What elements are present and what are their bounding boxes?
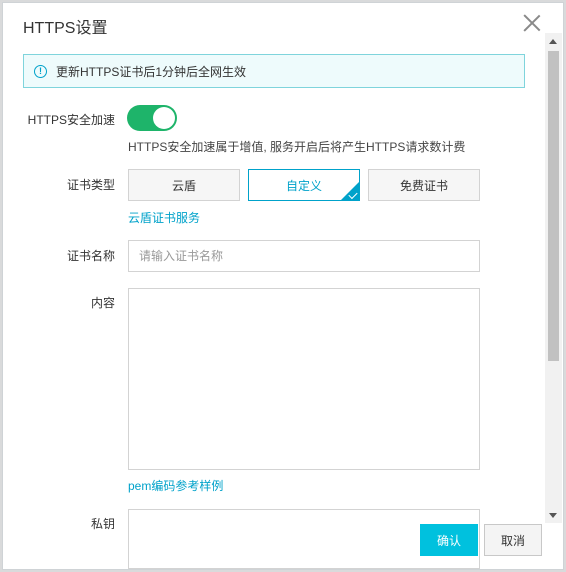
- content-textarea[interactable]: [128, 288, 480, 470]
- notice-text: 更新HTTPS证书后1分钟后全网生效: [56, 64, 247, 79]
- scroll-up-icon[interactable]: [549, 39, 557, 44]
- scroll-thumb[interactable]: [548, 51, 559, 361]
- cert-type-option-label: 自定义: [285, 178, 322, 193]
- https-accel-label: HTTPS安全加速: [27, 113, 115, 127]
- confirm-button[interactable]: 确认: [420, 524, 478, 556]
- scrollbar[interactable]: [545, 33, 562, 523]
- cert-type-option-label: 云盾: [171, 178, 196, 193]
- dialog-title: HTTPS设置: [23, 20, 108, 37]
- cert-type-custom-button[interactable]: 自定义: [248, 169, 360, 201]
- https-accel-hint: HTTPS安全加速属于增值, 服务开启后将产生HTTPS请求数计费: [128, 140, 466, 154]
- cert-type-yundun-button[interactable]: 云盾: [128, 169, 240, 201]
- content-label: 内容: [90, 296, 115, 310]
- cert-name-label: 证书名称: [66, 249, 115, 263]
- cert-type-option-label: 免费证书: [399, 178, 448, 193]
- toggle-knob: [153, 107, 175, 129]
- pem-example-link[interactable]: pem编码参考样例: [128, 477, 223, 494]
- info-icon: !: [34, 64, 47, 78]
- cancel-button[interactable]: 取消: [484, 524, 542, 556]
- close-icon[interactable]: [522, 13, 542, 33]
- private-key-label: 私钥: [90, 517, 115, 531]
- cert-type-label: 证书类型: [66, 178, 115, 192]
- scroll-down-icon[interactable]: [549, 513, 557, 518]
- https-settings-dialog: HTTPS设置 ! 更新HTTPS证书后1分钟后全网生效 HTTPS安全加速 H…: [2, 2, 564, 570]
- https-accel-toggle[interactable]: [127, 105, 177, 131]
- yundun-cert-service-link[interactable]: 云盾证书服务: [128, 209, 200, 226]
- notice-banner: ! 更新HTTPS证书后1分钟后全网生效: [23, 54, 525, 88]
- cert-type-free-button[interactable]: 免费证书: [368, 169, 480, 201]
- cert-name-input[interactable]: [128, 240, 480, 272]
